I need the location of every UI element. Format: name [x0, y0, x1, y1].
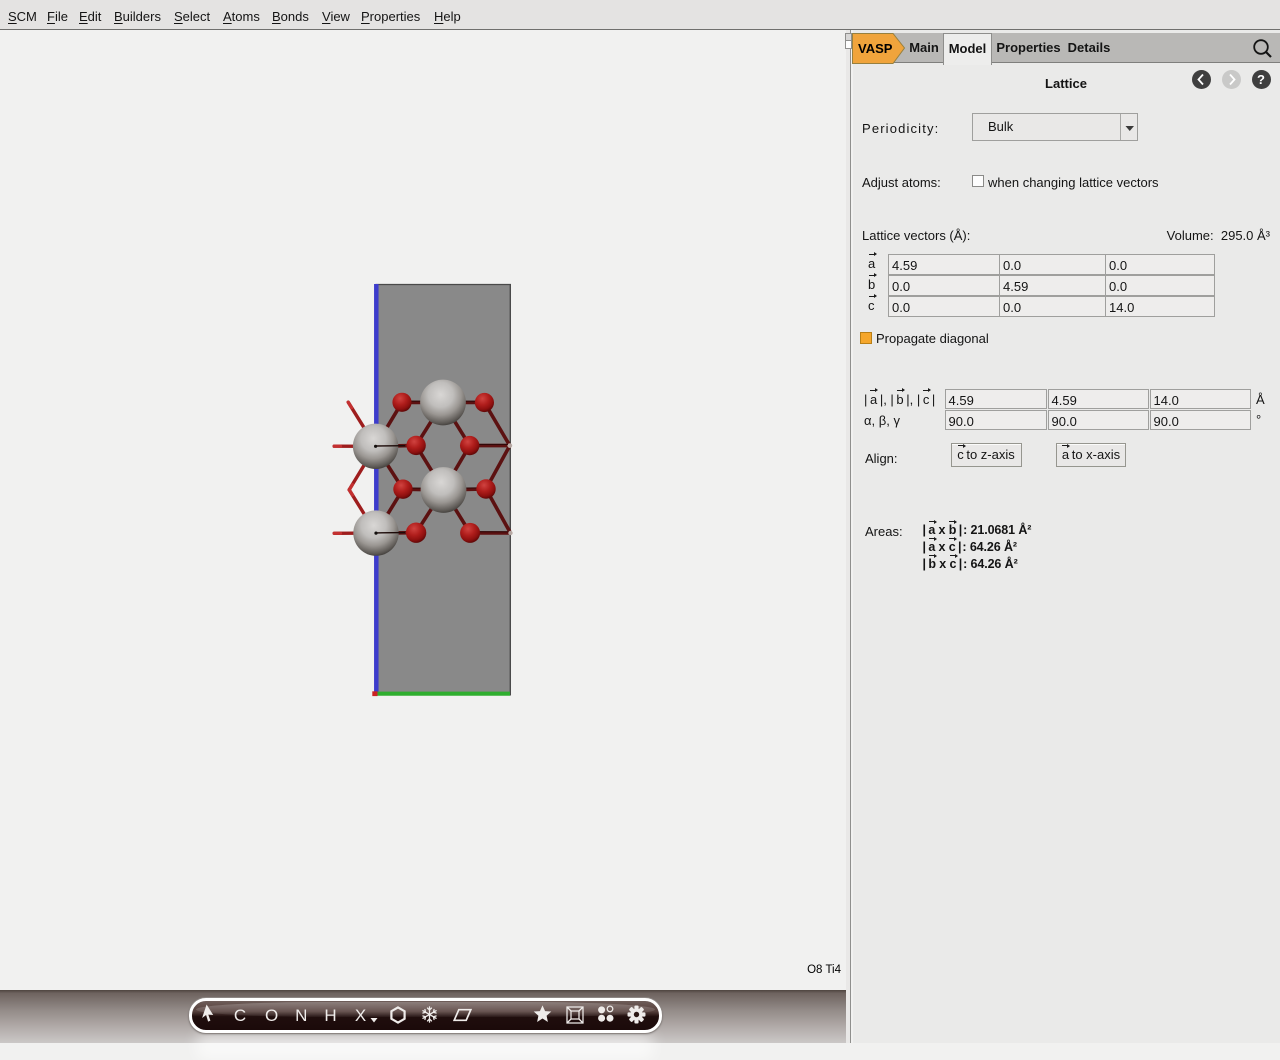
svg-text:VASP: VASP	[858, 41, 893, 56]
